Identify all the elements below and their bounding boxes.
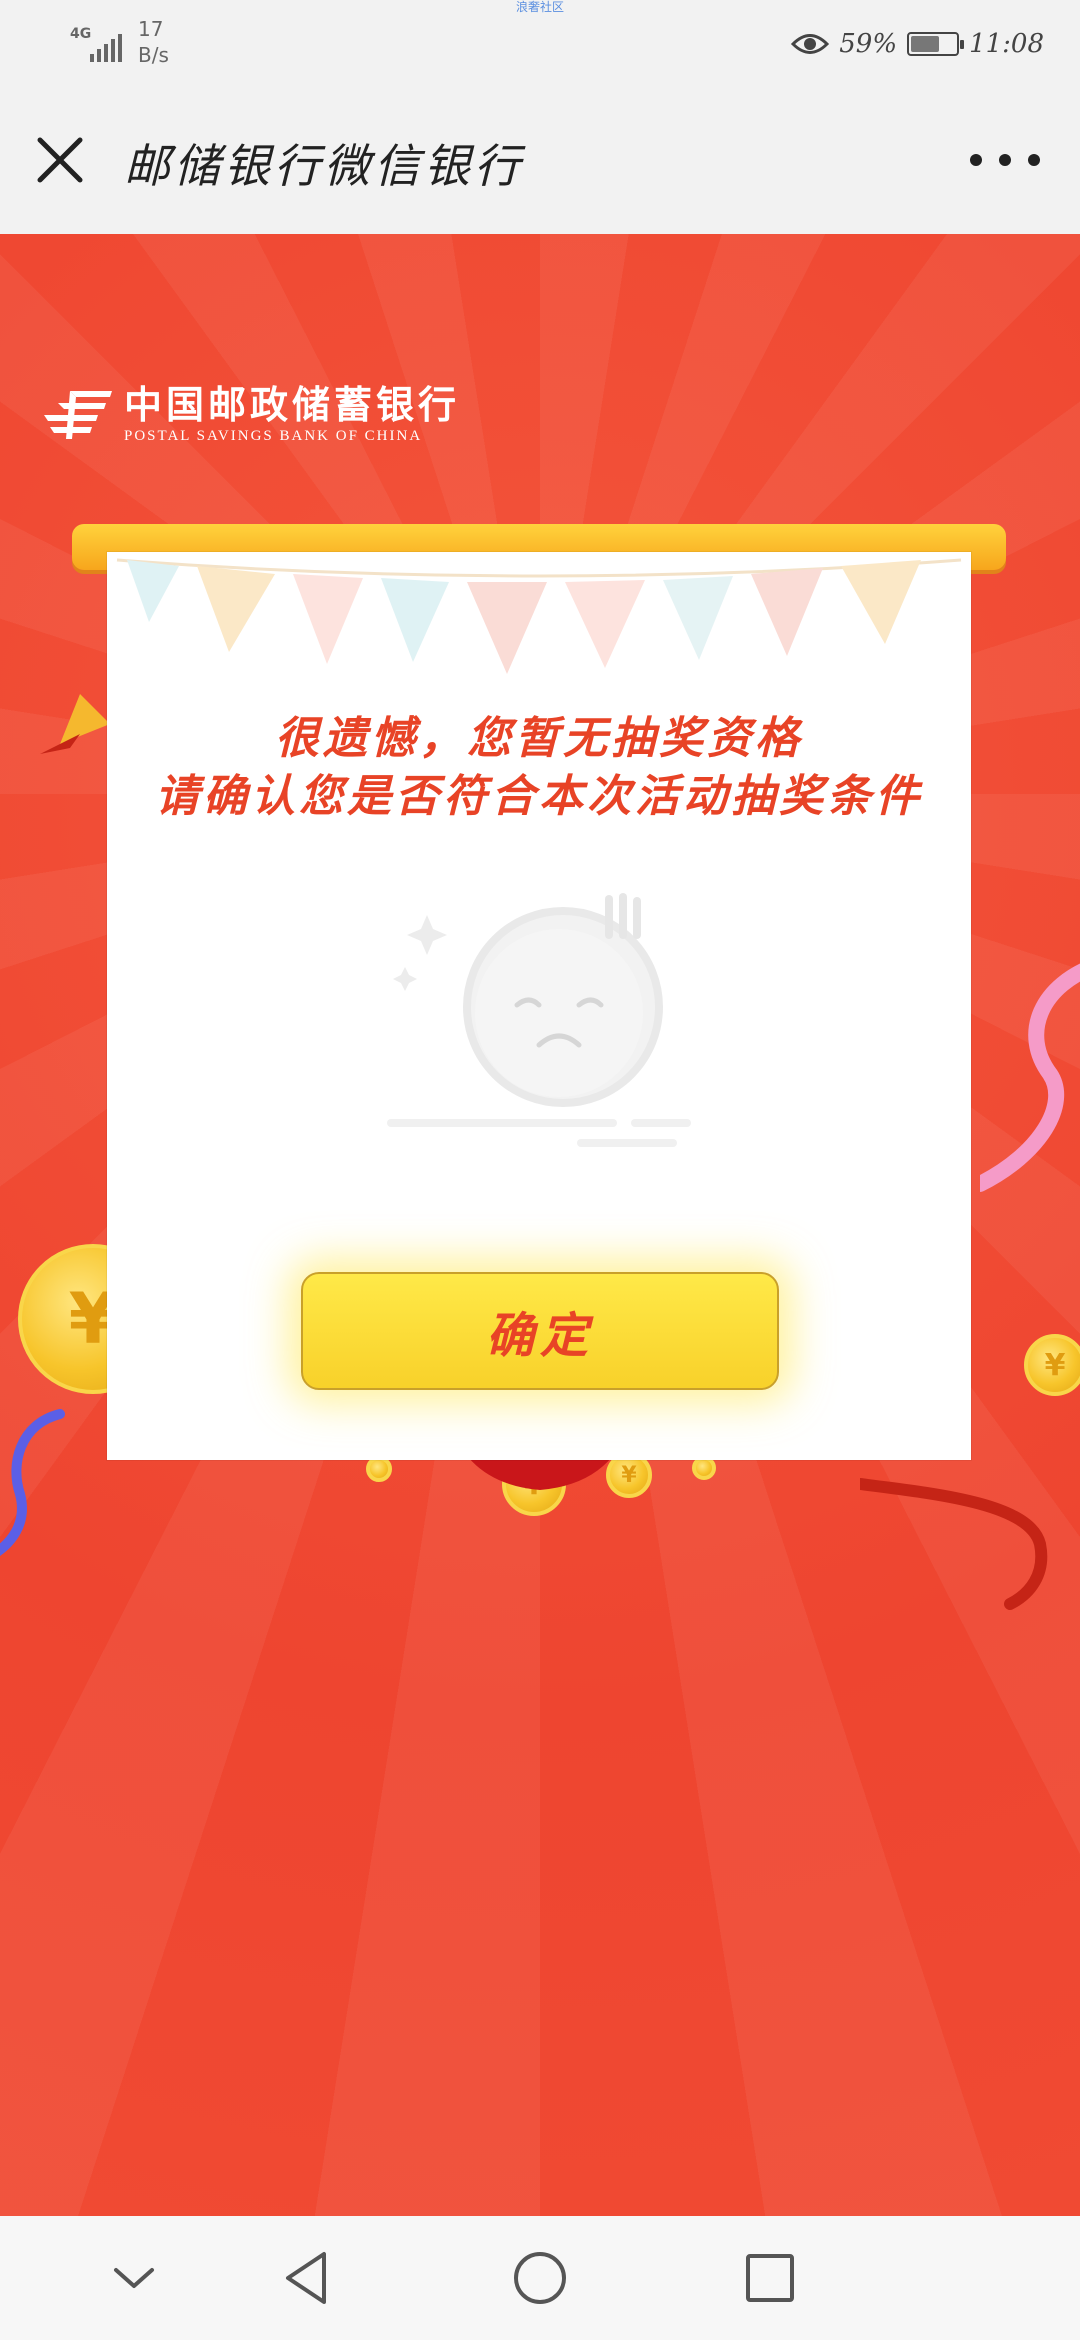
eye-comfort-icon [791, 34, 830, 54]
recents-square-icon [746, 2254, 794, 2302]
battery-percent: 59% [839, 29, 898, 59]
ribbon-decoration-icon [860, 1478, 1048, 1610]
nav-collapse-button[interactable] [102, 2246, 166, 2310]
sad-face-icon [387, 893, 691, 1147]
ribbon-decoration-icon [980, 963, 1080, 1192]
battery-icon [907, 32, 965, 56]
status-bar: 浪奢社区 4G 17 B/s 59% 11:08 [0, 0, 1080, 82]
nav-back-button[interactable] [278, 2246, 342, 2310]
nav-home-button[interactable] [508, 2246, 572, 2310]
more-icon-dot [970, 154, 982, 166]
confirm-button[interactable]: 确定 [301, 1272, 779, 1390]
network-speed-value: 17 [138, 17, 164, 41]
close-icon [37, 137, 83, 183]
bank-logo: 中国邮政储蓄银行 POSTAL SAVINGS BANK OF CHINA [40, 384, 460, 446]
nav-recents-button[interactable] [738, 2246, 802, 2310]
title-bar: 邮储银行微信银行 [0, 82, 1080, 234]
system-nav-bar [0, 2216, 1080, 2340]
dialog-message-line2: 请确认您是否符合本次活动抽奖条件 [155, 771, 923, 822]
dialog-message-line1: 很遗憾，您暂无抽奖资格 [275, 713, 803, 764]
psbc-logo-icon [44, 391, 112, 439]
coin-icon: ¥ [1024, 1334, 1080, 1396]
clock: 11:08 [969, 29, 1044, 59]
lottery-page: 中国邮政储蓄银行 POSTAL SAVINGS BANK OF CHINA ¥ … [0, 234, 1080, 2216]
bunting-decoration-icon [116, 558, 962, 674]
dialog-message: 很遗憾，您暂无抽奖资格 请确认您是否符合本次活动抽奖条件 [107, 710, 971, 826]
watermark-text: 浪奢社区 [515, 0, 564, 14]
more-icon-dot [1028, 154, 1040, 166]
close-button[interactable] [28, 128, 92, 192]
ribbon-decoration-icon [0, 1409, 65, 1556]
network-type: 4G [70, 26, 92, 42]
bank-name-en: POSTAL SAVINGS BANK OF CHINA [124, 428, 423, 444]
more-icon-dot [999, 154, 1011, 166]
network-speed-unit: B/s [138, 43, 169, 67]
signal-icon: 4G [70, 22, 122, 62]
network-speed: 17 B/s [138, 16, 169, 68]
chevron-down-icon [114, 2268, 154, 2288]
bank-name-cn: 中国邮政储蓄银行 [124, 382, 461, 427]
home-circle-icon [514, 2252, 566, 2304]
result-dialog: 很遗憾，您暂无抽奖资格 请确认您是否符合本次活动抽奖条件 确定 [107, 552, 971, 1460]
status-right: 59% 11:08 [791, 24, 1044, 64]
more-button[interactable] [970, 140, 1040, 180]
page-title: 邮储银行微信银行 [124, 139, 524, 193]
back-triangle-icon [286, 2252, 326, 2304]
